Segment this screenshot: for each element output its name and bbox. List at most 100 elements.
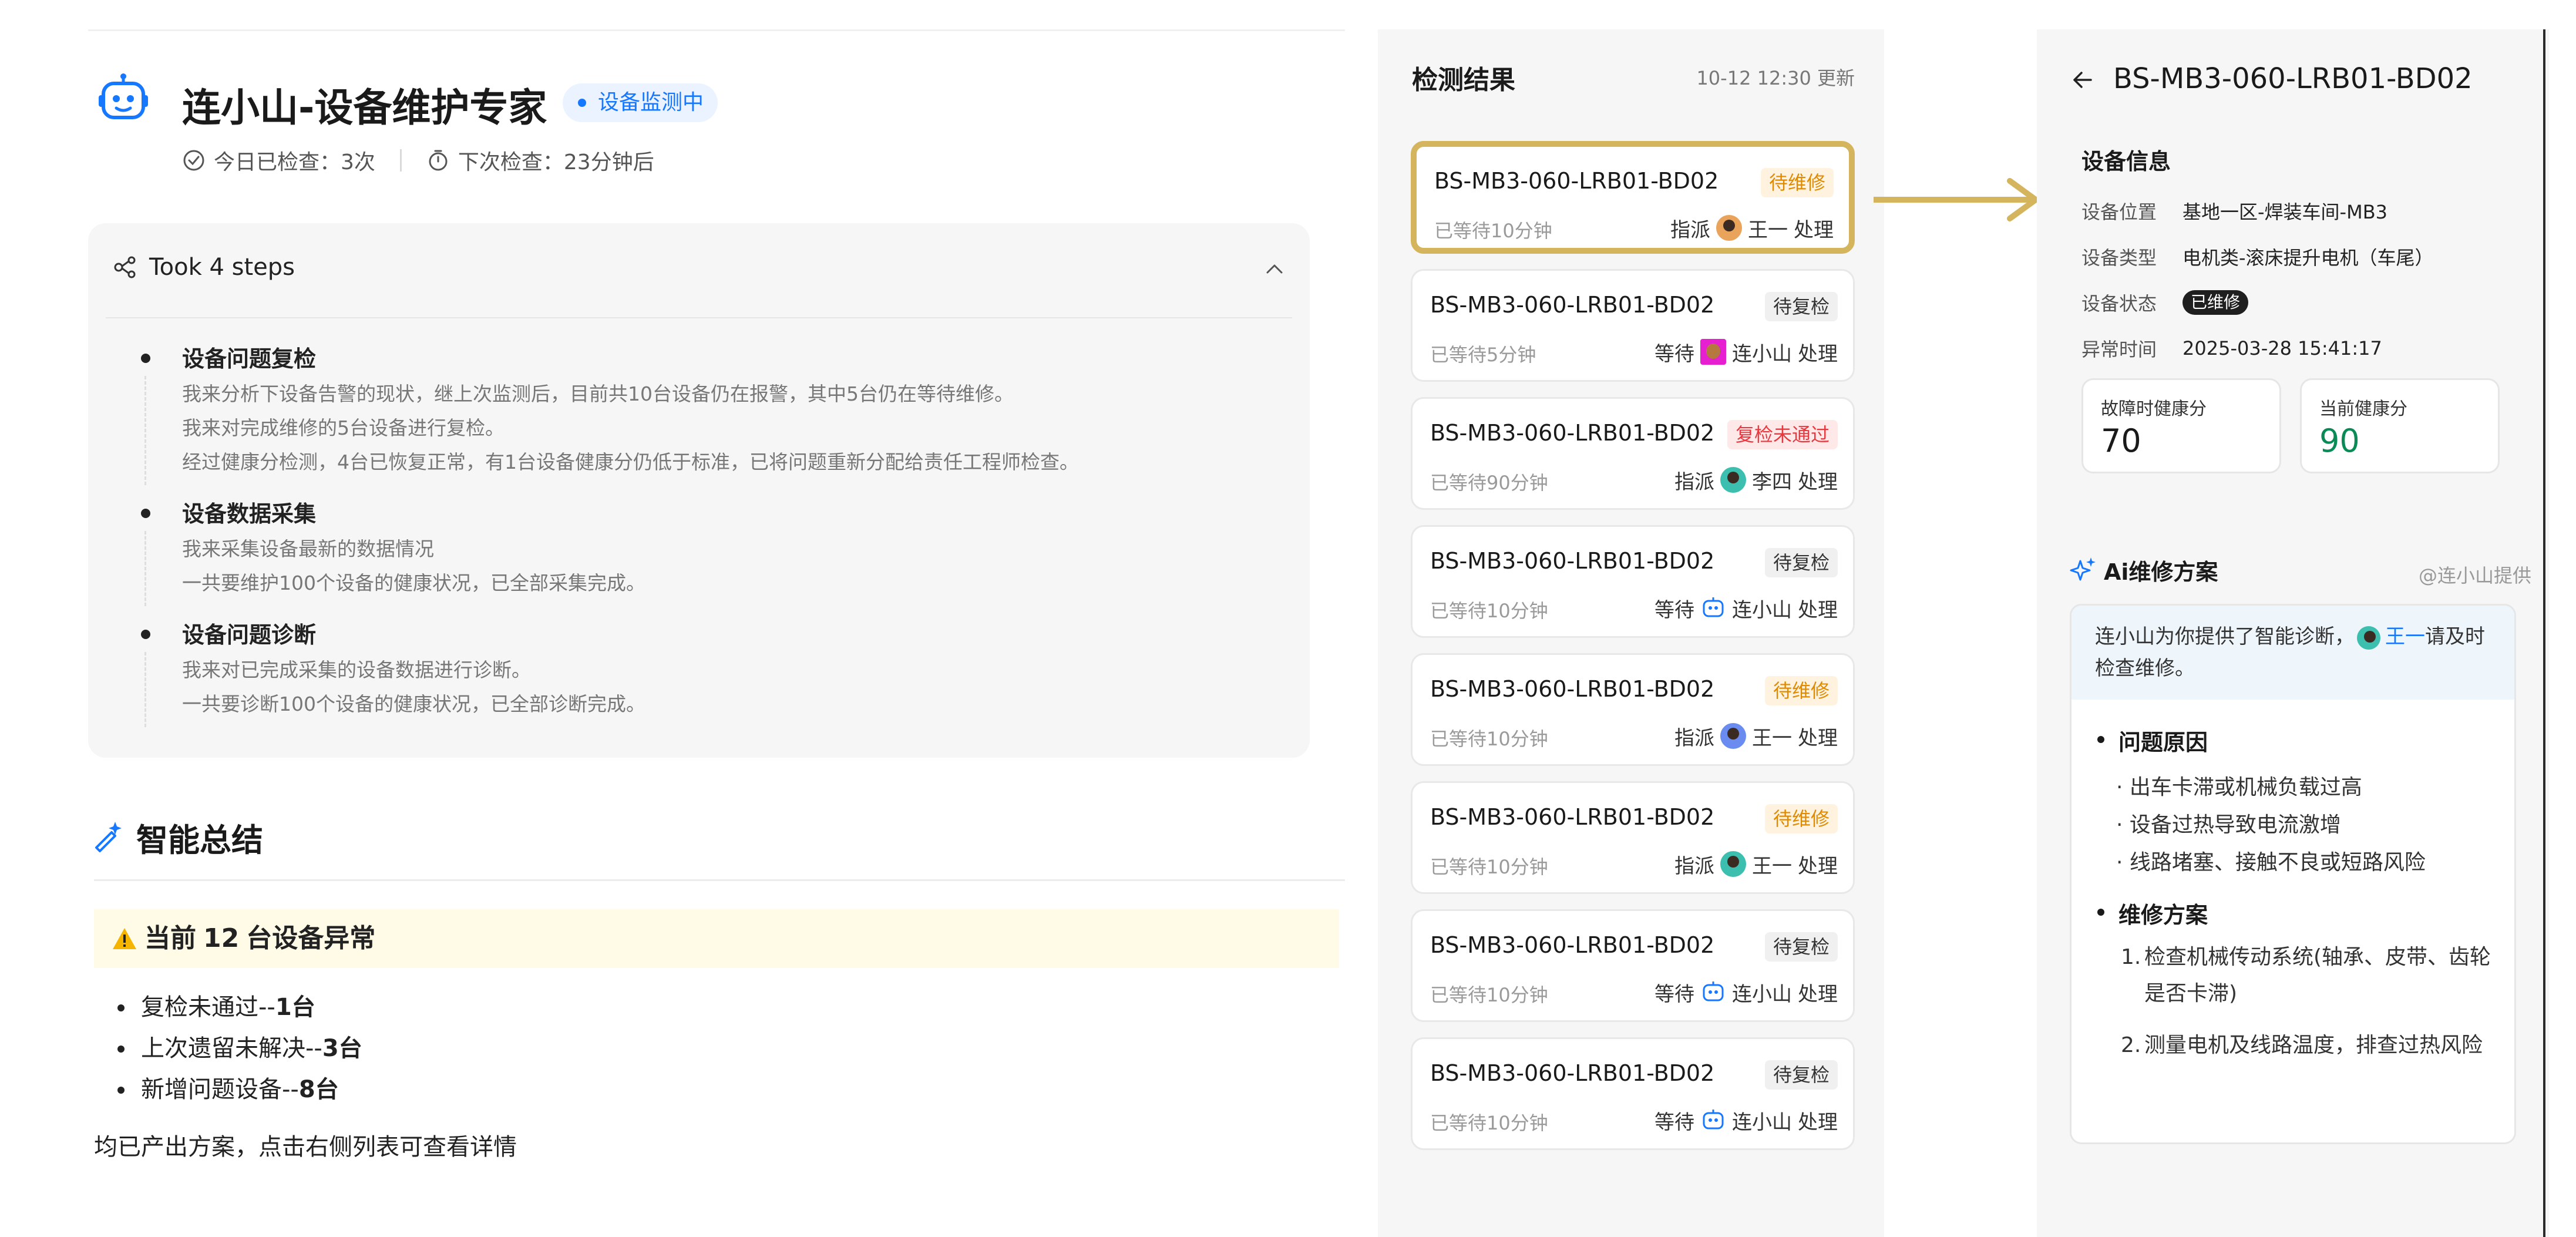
scrollbar[interactable] [2543, 29, 2545, 1237]
step-title: 设备问题复检 [182, 346, 317, 372]
chevron-up-icon[interactable] [1263, 257, 1286, 281]
assign-action: 等待 [1654, 1110, 1694, 1134]
result-card[interactable]: BS-MB3-060-LRB01-BD02 复检未通过 已等待90分钟 指派 李… [1411, 397, 1855, 510]
checked-today-text: 今日已检查：3次 [214, 150, 375, 174]
assignee: 指派 王一 处理 [1670, 211, 1834, 244]
assignee-name: 王一 [1752, 854, 1792, 878]
status-tag: 复检未通过 [1727, 420, 1838, 449]
summary-item-label: 新增问题设备-- [141, 1076, 299, 1103]
plan-step: 1. 检查机械传动系统(轴承、皮带、齿轮是否卡滞) [2121, 939, 2497, 1012]
detail-title: BS-MB3-060-LRB01-BD02 [2113, 62, 2473, 95]
results-panel: 检测结果 10-12 12:30 更新 BS-MB3-060-LRB01-BD0… [1378, 29, 1884, 1237]
step-dot [141, 630, 150, 639]
summary-item: 复检未通过--1台 [117, 987, 362, 1028]
device-code: BS-MB3-060-LRB01-BD02 [1430, 292, 1715, 318]
plan-step-number: 2. [2121, 1033, 2141, 1057]
assignee: 等待 连小山 处理 [1654, 591, 1838, 624]
back-arrow-icon[interactable] [2070, 67, 2096, 93]
info-value: 基地一区-焊装车间-MB3 [2182, 201, 2388, 223]
step-connector [144, 531, 146, 606]
assign-action: 指派 [1674, 470, 1714, 494]
plan-step-text: 测量电机及线路温度，排查过热风险 [2144, 1033, 2483, 1057]
summary-item-value: 1台 [275, 994, 315, 1021]
step-connector [144, 652, 146, 727]
assign-suffix: 处理 [1798, 470, 1838, 494]
ai-plan-header: Ai维修方案 [2070, 552, 2218, 587]
step-dot [141, 354, 150, 363]
alert-suffix: 台设备异常 [246, 923, 376, 953]
avatar [1700, 339, 1726, 365]
divider [88, 29, 1345, 31]
info-row: 设备类型 电机类-滚床提升电机（车尾） [2081, 234, 2434, 280]
wait-time: 已等待5分钟 [1430, 344, 1536, 366]
device-code: BS-MB3-060-LRB01-BD02 [1430, 676, 1715, 702]
steps-toggle[interactable]: Took 4 steps [112, 247, 295, 288]
info-key: 设备位置 [2081, 201, 2157, 223]
info-key: 异常时间 [2081, 338, 2157, 361]
info-value: 电机类-滚床提升电机（车尾） [2182, 247, 2434, 269]
assignee: 指派 李四 处理 [1674, 463, 1838, 496]
robot-avatar-icon [1700, 1107, 1726, 1133]
step-title: 设备问题诊断 [182, 622, 317, 648]
steps-summary: Took 4 steps [149, 254, 295, 281]
result-card[interactable]: BS-MB3-060-LRB01-BD02 待维修 已等待10分钟 指派 王一 … [1411, 141, 1855, 254]
info-row: 异常时间 2025-03-28 15:41:17 [2081, 325, 2434, 371]
device-code: BS-MB3-060-LRB01-BD02 [1430, 932, 1715, 958]
assignee: 等待 连小山 处理 [1654, 1104, 1838, 1137]
alert-count: 12 [203, 923, 240, 953]
result-card[interactable]: BS-MB3-060-LRB01-BD02 待维修 已等待10分钟 指派 王一 … [1411, 781, 1855, 894]
assign-suffix: 处理 [1798, 1110, 1838, 1134]
assignee-name: 王一 [1752, 726, 1792, 750]
wait-time: 已等待10分钟 [1430, 856, 1548, 878]
step-item: 设备问题诊断 我来对已完成采集的设备数据进行诊断。 一共要诊断100个设备的健康… [141, 617, 1286, 727]
status-tag: 待维修 [1760, 168, 1834, 197]
timer-icon [426, 149, 450, 172]
score-value: 70 [2101, 422, 2141, 459]
arrow-right-icon [1874, 176, 2044, 223]
robot-avatar-icon [1700, 979, 1726, 1005]
status-tag: 待复检 [1764, 932, 1838, 962]
steps-panel: Took 4 steps 设备问题复检 我来分析下设备告警的现状，继上次监测后，… [88, 223, 1310, 758]
summary-footer: 均已产出方案，点击右侧列表可查看详情 [94, 1134, 517, 1161]
wait-time: 已等待90分钟 [1430, 472, 1548, 494]
summary-item-value: 3台 [322, 1035, 362, 1062]
assign-suffix: 处理 [1798, 342, 1838, 366]
avatar [1720, 467, 1746, 493]
current-score-card: 当前健康分 90 [2300, 378, 2500, 473]
info-value: 2025-03-28 15:41:17 [2182, 337, 2382, 359]
alert-prefix: 当前 [144, 923, 196, 953]
result-card[interactable]: BS-MB3-060-LRB01-BD02 待复检 已等待5分钟 等待 连小山 … [1411, 269, 1855, 382]
info-row: 设备状态 已维修 [2081, 280, 2434, 325]
score-value: 90 [2319, 422, 2360, 459]
check-circle-icon [182, 149, 206, 172]
result-card[interactable]: BS-MB3-060-LRB01-BD02 待复检 已等待10分钟 等待 连小山… [1411, 909, 1855, 1022]
mention-link[interactable]: 王一 [2385, 625, 2425, 648]
assign-suffix: 处理 [1798, 598, 1838, 622]
device-code: BS-MB3-060-LRB01-BD02 [1430, 548, 1715, 574]
summary-title: 智能总结 [136, 821, 263, 859]
wait-time: 已等待10分钟 [1430, 600, 1548, 622]
device-status-badge: 已维修 [2182, 290, 2249, 315]
assistant-panel: 连小山-设备维护专家 设备监测中 今日已检查：3次 下次检查：23分钟后 Too… [88, 0, 1345, 1237]
alert-text: 当前 12 台设备异常 [112, 909, 375, 968]
status-tag: 待复检 [1764, 1060, 1838, 1090]
status-tag: 待维修 [1764, 804, 1838, 833]
step-connector [144, 376, 146, 485]
plan-step: 2. 测量电机及线路温度，排查过热风险 [2121, 1027, 2497, 1064]
status-tag: 待复检 [1764, 548, 1838, 577]
result-card[interactable]: BS-MB3-060-LRB01-BD02 待复检 已等待10分钟 等待 连小山… [1411, 525, 1855, 638]
score-label: 故障时健康分 [2101, 399, 2207, 419]
results-list: BS-MB3-060-LRB01-BD02 待维修 已等待10分钟 指派 王一 … [1411, 141, 1855, 1165]
wait-time: 已等待10分钟 [1430, 1112, 1548, 1134]
result-card[interactable]: BS-MB3-060-LRB01-BD02 待复检 已等待10分钟 等待 连小山… [1411, 1037, 1855, 1150]
steps-list: 设备问题复检 我来分析下设备告警的现状，继上次监测后，目前共10台设备仍在报警，… [141, 341, 1286, 738]
assign-suffix: 处理 [1794, 218, 1834, 242]
info-section-title: 设备信息 [2081, 149, 2171, 174]
device-code: BS-MB3-060-LRB01-BD02 [1434, 168, 1719, 194]
step-text: 我来分析下设备告警的现状，继上次监测后，目前共10台设备仍在报警，其中5台仍在等… [182, 382, 1014, 405]
step-text: 经过健康分检测，4台已恢复正常，有1台设备健康分仍低于标准，已将问题重新分配给责… [182, 451, 1079, 473]
result-card[interactable]: BS-MB3-060-LRB01-BD02 待维修 已等待10分钟 指派 王一 … [1411, 653, 1855, 766]
assign-suffix: 处理 [1798, 726, 1838, 750]
assignee: 等待 连小山 处理 [1654, 335, 1838, 368]
assignee: 指派 王一 处理 [1674, 720, 1838, 752]
